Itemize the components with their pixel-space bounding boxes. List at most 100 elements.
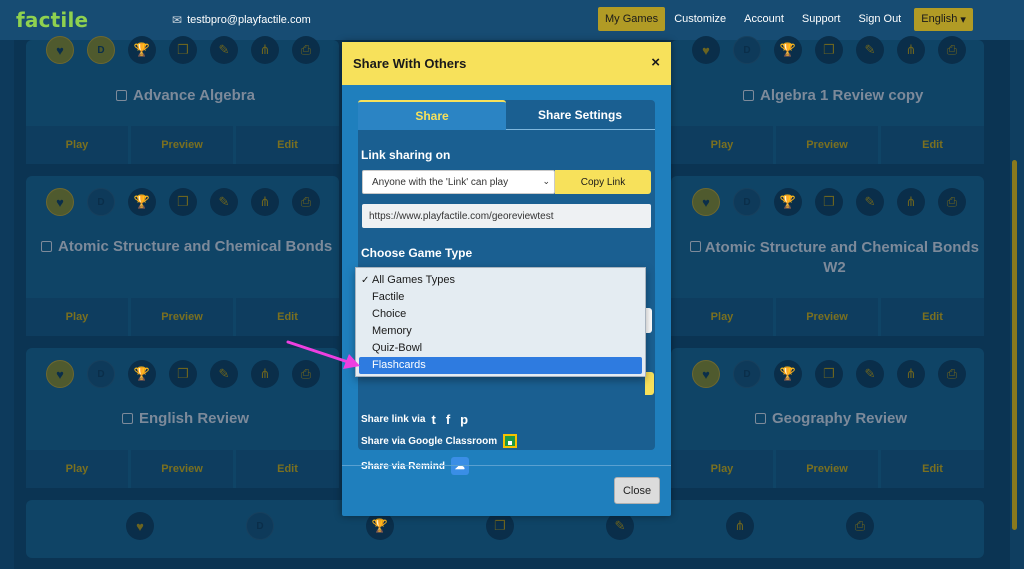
remind-icon[interactable]: ☁ (450, 457, 469, 475)
select-checkbox[interactable] (116, 90, 127, 101)
print-icon[interactable]: ⎙ (938, 36, 966, 64)
play-button[interactable]: Play (671, 298, 773, 336)
preview-button[interactable]: Preview (131, 126, 233, 164)
option-flashcards[interactable]: Flashcards (359, 357, 642, 374)
select-checkbox[interactable] (743, 90, 754, 101)
copy-icon[interactable]: ❐ (169, 360, 197, 388)
close-button[interactable]: Close (614, 477, 660, 504)
trophy-icon[interactable]: 🏆 (774, 188, 802, 216)
tab-share[interactable]: Share (358, 100, 506, 130)
option-quiz-bowl[interactable]: Quiz-Bowl (356, 340, 645, 357)
heart-icon[interactable]: ♥ (46, 36, 74, 64)
edit-button[interactable]: Edit (236, 298, 339, 336)
page-scrollbar-thumb[interactable] (1012, 160, 1017, 530)
card-title[interactable]: Geography Review (755, 410, 907, 427)
share-remind-row[interactable]: Share via Remind ☁ (361, 457, 469, 475)
copy-link-button[interactable]: Copy Link (555, 170, 651, 194)
card-title[interactable]: Advance Algebra (116, 87, 255, 104)
facebook-icon[interactable]: f (446, 412, 450, 427)
edit-button[interactable]: Edit (881, 126, 984, 164)
trophy-icon[interactable]: 🏆 (774, 36, 802, 64)
option-factile[interactable]: Factile (356, 289, 645, 306)
nav-sign-out[interactable]: Sign Out (849, 7, 910, 31)
tab-share-settings[interactable]: Share Settings (506, 100, 654, 130)
d-badge-icon[interactable]: D (246, 512, 274, 540)
preview-button[interactable]: Preview (776, 298, 878, 336)
card-title[interactable]: Atomic Structure and Chemical Bonds (41, 238, 332, 255)
edit-icon[interactable]: ✎ (210, 188, 238, 216)
print-icon[interactable]: ⎙ (938, 360, 966, 388)
trophy-icon[interactable]: 🏆 (128, 188, 156, 216)
heart-icon[interactable]: ♥ (46, 360, 74, 388)
preview-button[interactable]: Preview (776, 450, 878, 488)
card-title[interactable]: Atomic Structure and Chemical Bonds W2 (687, 238, 982, 278)
google-classroom-icon[interactable] (503, 434, 518, 448)
d-badge-icon[interactable]: D (733, 188, 761, 216)
nav-support[interactable]: Support (793, 7, 850, 31)
option-choice[interactable]: Choice (356, 306, 645, 323)
heart-icon[interactable]: ♥ (126, 512, 154, 540)
nav-my-games[interactable]: My Games (598, 7, 666, 31)
d-badge-icon[interactable]: D (733, 36, 761, 64)
share-icon[interactable]: ⋔ (251, 188, 279, 216)
preview-button[interactable]: Preview (131, 450, 233, 488)
d-badge-icon[interactable]: D (87, 36, 115, 64)
play-button[interactable]: Play (671, 126, 773, 164)
link-sharing-select[interactable]: Anyone with the 'Link' can play ⌄ (362, 170, 555, 194)
play-button[interactable]: Play (671, 450, 773, 488)
select-checkbox[interactable] (755, 413, 766, 424)
nav-customize[interactable]: Customize (665, 7, 735, 31)
factile-logo[interactable]: factile (16, 8, 88, 32)
select-checkbox[interactable] (122, 413, 133, 424)
option-all-games-types[interactable]: All Games Types (356, 272, 645, 289)
edit-icon[interactable]: ✎ (606, 512, 634, 540)
share-icon[interactable]: ⋔ (897, 188, 925, 216)
print-icon[interactable]: ⎙ (846, 512, 874, 540)
select-checkbox[interactable] (690, 241, 702, 252)
copy-icon[interactable]: ❐ (815, 36, 843, 64)
copy-icon[interactable]: ❐ (815, 188, 843, 216)
close-icon[interactable]: × (651, 54, 660, 71)
copy-icon[interactable]: ❐ (169, 188, 197, 216)
card-title[interactable]: English Review (122, 410, 249, 427)
heart-icon[interactable]: ♥ (692, 36, 720, 64)
heart-icon[interactable]: ♥ (692, 188, 720, 216)
trophy-icon[interactable]: 🏆 (366, 512, 394, 540)
edit-icon[interactable]: ✎ (210, 36, 238, 64)
trophy-icon[interactable]: 🏆 (774, 360, 802, 388)
select-checkbox[interactable] (41, 241, 52, 252)
share-icon[interactable]: ⋔ (726, 512, 754, 540)
edit-button[interactable]: Edit (236, 126, 339, 164)
copy-icon[interactable]: ❐ (815, 360, 843, 388)
share-url-field[interactable]: https://www.playfactile.com/georeviewtes… (362, 204, 651, 228)
option-memory[interactable]: Memory (356, 323, 645, 340)
trophy-icon[interactable]: 🏆 (128, 36, 156, 64)
edit-icon[interactable]: ✎ (210, 360, 238, 388)
language-button[interactable]: English ▾ (914, 7, 973, 31)
share-icon[interactable]: ⋔ (897, 360, 925, 388)
card-title[interactable]: Algebra 1 Review copy (743, 87, 923, 104)
play-button[interactable]: Play (26, 126, 128, 164)
heart-icon[interactable]: ♥ (692, 360, 720, 388)
edit-icon[interactable]: ✎ (856, 360, 884, 388)
d-badge-icon[interactable]: D (733, 360, 761, 388)
edit-icon[interactable]: ✎ (856, 188, 884, 216)
share-google-classroom-row[interactable]: Share via Google Classroom (361, 434, 518, 448)
play-button[interactable]: Play (26, 298, 128, 336)
d-badge-icon[interactable]: D (87, 188, 115, 216)
share-icon[interactable]: ⋔ (251, 360, 279, 388)
print-icon[interactable]: ⎙ (938, 188, 966, 216)
preview-button[interactable]: Preview (131, 298, 233, 336)
copy-icon[interactable]: ❐ (486, 512, 514, 540)
play-button[interactable]: Play (26, 450, 128, 488)
nav-account[interactable]: Account (735, 7, 793, 31)
edit-button[interactable]: Edit (236, 450, 339, 488)
heart-icon[interactable]: ♥ (46, 188, 74, 216)
share-icon[interactable]: ⋔ (897, 36, 925, 64)
d-badge-icon[interactable]: D (87, 360, 115, 388)
twitter-icon[interactable]: t (431, 412, 435, 427)
print-icon[interactable]: ⎙ (292, 188, 320, 216)
copy-icon[interactable]: ❐ (169, 36, 197, 64)
edit-button[interactable]: Edit (881, 450, 984, 488)
print-icon[interactable]: ⎙ (292, 36, 320, 64)
